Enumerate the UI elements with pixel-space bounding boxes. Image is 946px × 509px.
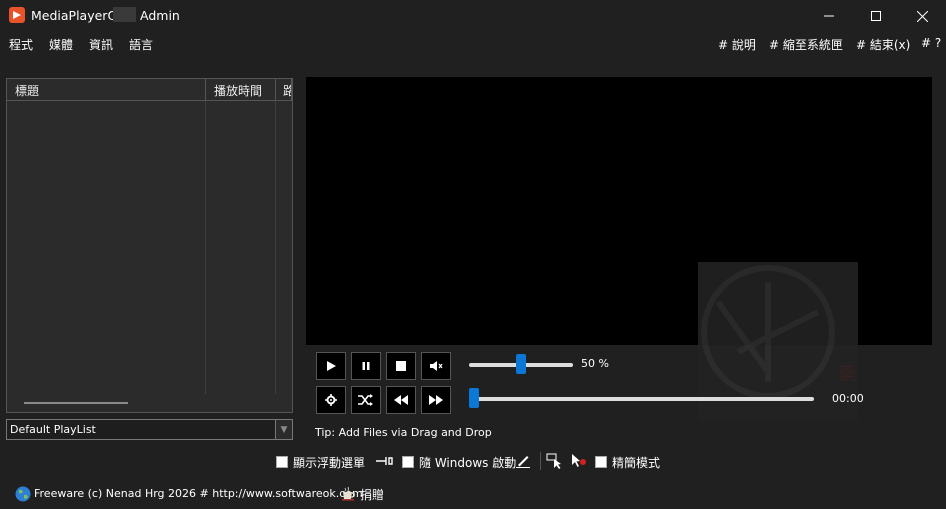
maximize-button[interactable] [853,0,899,32]
play-icon [327,361,336,371]
column-path[interactable]: 路 [276,79,292,101]
menu-minimize-to-tray[interactable]: # 縮至系統匣 [769,36,843,53]
gear-icon [325,394,337,406]
donate-label: 捐贈 [360,488,385,502]
float-menu-checkbox[interactable] [276,456,288,468]
zoom-cursor-icon[interactable] [546,453,564,471]
menu-exit[interactable]: # 結束(x) [856,36,910,53]
seek-slider-thumb[interactable] [469,388,479,408]
scrollbar-thumb[interactable] [24,402,128,404]
menu-help[interactable]: # 說明 [718,36,756,53]
speaker-mute-icon [430,361,443,371]
shuffle-icon [358,394,373,406]
separator [540,452,541,470]
playlist-gridline [205,101,206,395]
donate-link[interactable]: 捐贈 [342,486,385,503]
volume-slider-thumb[interactable] [516,354,526,374]
playlist-dropdown[interactable]: Default PlayList ▼ [6,419,293,440]
pause-icon [362,362,370,370]
menu-about[interactable]: # ? [921,36,941,50]
menu-language[interactable]: 語言 [129,36,153,53]
window-user: Admin [140,8,180,23]
dropdown-arrow-icon[interactable]: ▼ [275,420,292,439]
float-menu-label: 顯示浮動選單 [293,456,366,470]
menu-info[interactable]: 資訊 [89,36,113,53]
minimize-button[interactable] [806,0,852,32]
settings-button[interactable] [316,386,346,414]
seek-slider-track[interactable] [472,397,814,401]
app-logo-icon [9,7,25,23]
playlist-horizontal-scrollbar[interactable] [7,394,292,412]
menu-media[interactable]: 媒體 [49,36,73,53]
playlist-dropdown-value: Default PlayList [10,423,96,436]
play-button[interactable] [316,352,346,380]
autostart-label: 隨 Windows 啟動 [419,456,517,470]
title-redaction [113,7,136,22]
volume-label: 50 % [581,357,609,370]
edit-icon[interactable] [516,454,530,472]
playlist-gridline [275,101,276,395]
coffee-cup-icon [342,486,355,501]
menu-program[interactable]: 程式 [9,36,33,53]
time-display: 00:00 [832,392,864,405]
svg-text:藥: 藥 [838,364,856,385]
close-button[interactable] [899,0,945,32]
footer-credits[interactable]: Freeware (c) Nenad Hrg 2026 # http://www… [34,487,363,500]
shuffle-button[interactable] [351,386,381,414]
fast-forward-button[interactable] [421,386,451,414]
stop-button[interactable] [386,352,416,380]
playlist-view[interactable]: 標題 播放時間 路 [6,78,293,413]
title-bar: MediaPlayerOK Admin [0,0,946,32]
close-icon [916,10,928,22]
minimize-icon [824,15,834,17]
pin-icon[interactable] [376,454,394,472]
window-title: MediaPlayerOK [31,8,126,23]
tip-text: Tip: Add Files via Drag and Drop [315,426,492,439]
mute-button[interactable] [421,352,451,380]
stop-icon [396,361,406,371]
globe-icon [15,486,31,502]
column-title[interactable]: 標題 [7,79,206,101]
playlist-header: 標題 播放時間 路 [7,79,292,101]
rewind-button[interactable] [386,386,416,414]
simple-mode-checkbox[interactable] [595,456,607,468]
fast-forward-icon [429,395,443,405]
autostart-checkbox[interactable] [402,456,414,468]
rewind-icon [394,395,408,405]
status-footer: Freeware (c) Nenad Hrg 2026 # http://www… [0,482,946,506]
cursor-record-icon[interactable] [570,453,588,471]
simple-mode-label: 精簡模式 [612,456,661,470]
maximize-icon [871,11,881,21]
menu-bar: 程式 媒體 資訊 語言 # 說明 # 縮至系統匣 # 結束(x) # ? [0,32,946,56]
pause-button[interactable] [351,352,381,380]
column-duration[interactable]: 播放時間 [206,79,276,101]
